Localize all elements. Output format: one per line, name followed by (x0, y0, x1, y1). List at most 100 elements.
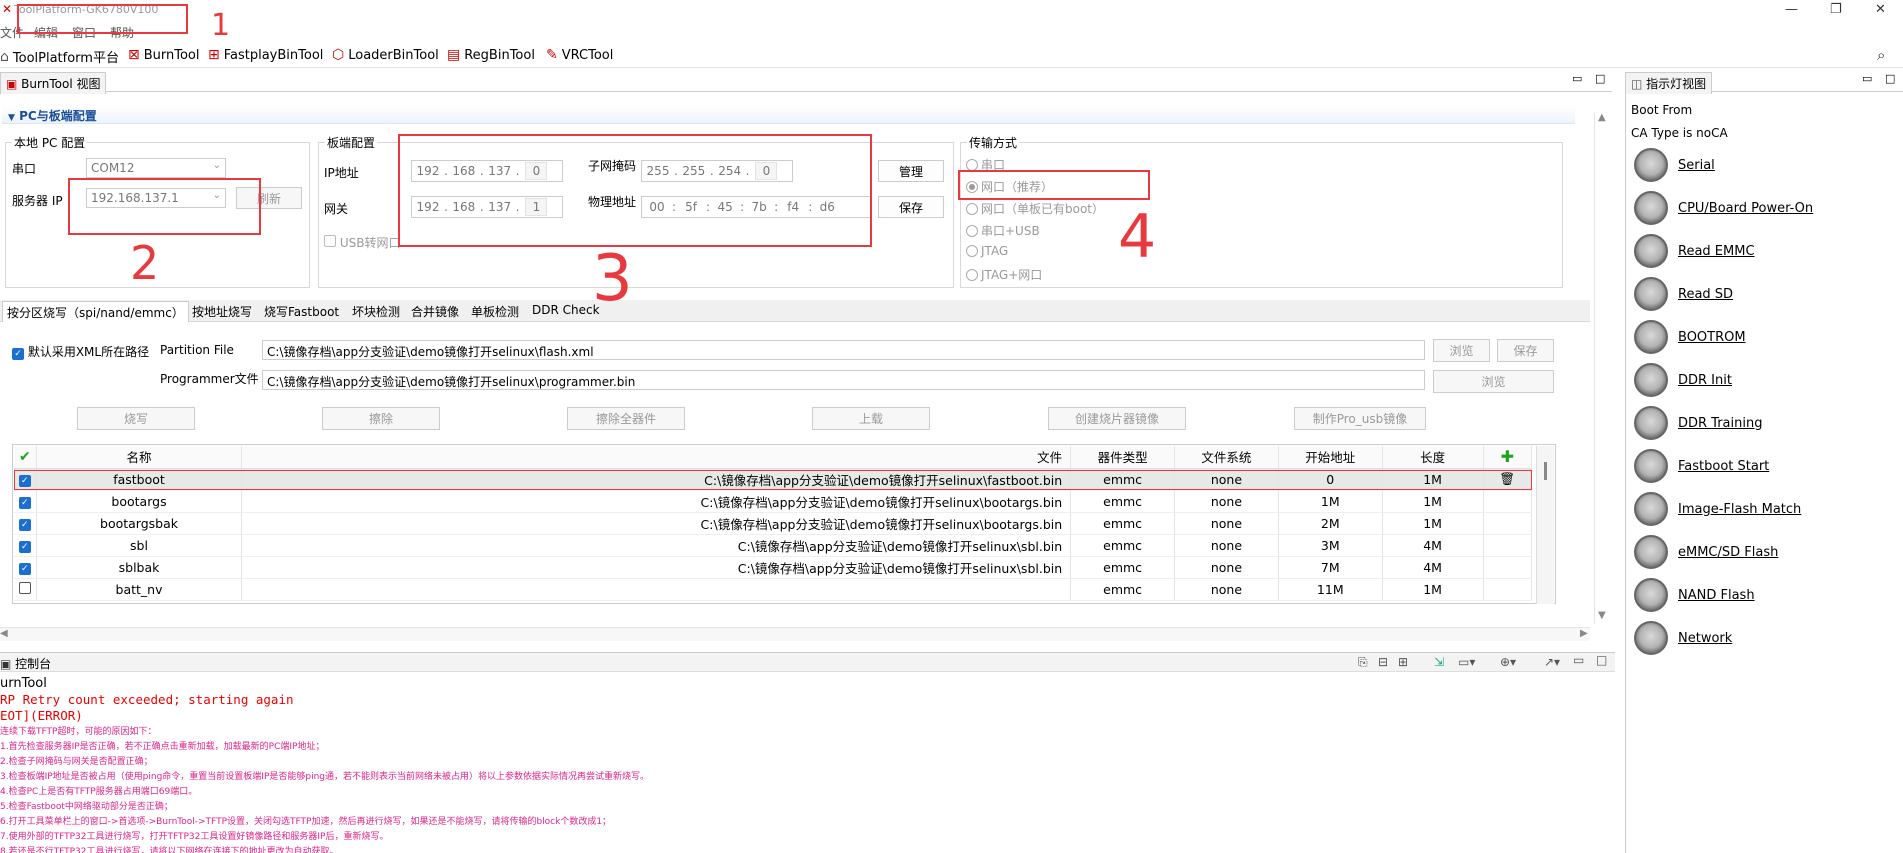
tab-badblock[interactable]: 坏块检测 (352, 303, 400, 320)
tab-fastboot[interactable]: 烧写Fastboot (264, 303, 339, 320)
console-maximize-icon[interactable]: □ (1596, 653, 1607, 667)
open-console-icon[interactable]: ⊕▾ (1500, 655, 1516, 669)
table-row[interactable]: ✓ sblbak C:\镜像存档\app分支验证\demo镜像打开selinux\s… (14, 556, 1533, 579)
display-console-icon[interactable]: ▭▾ (1458, 655, 1475, 669)
scroll-right-icon[interactable]: ▶ (1580, 628, 1588, 639)
console-output[interactable]: RP Retry count exceeded; starting again E… (0, 692, 1615, 853)
led-minimize-icon[interactable]: ▭ (1862, 72, 1872, 85)
scroll-lock-icon[interactable]: ⊟ (1378, 655, 1388, 669)
radio-serial-usb[interactable]: 串口+USB (966, 222, 1040, 239)
check-all-icon[interactable]: ✔ (14, 446, 37, 469)
row-checkbox[interactable] (18, 581, 31, 594)
led-maximize-icon[interactable]: □ (1885, 72, 1895, 85)
burntool-view-tab[interactable]: ▣ BurnTool 视图 (0, 72, 107, 94)
led-label[interactable]: Fastboot Start (1678, 459, 1769, 474)
led-label[interactable]: Network (1678, 631, 1732, 646)
tab-address[interactable]: 按地址烧写 (192, 303, 252, 320)
row-checkbox[interactable]: ✓ (18, 541, 31, 553)
restore-button[interactable]: ❐ (1830, 2, 1842, 17)
led-label[interactable]: CPU/Board Power-On (1678, 201, 1813, 216)
led-indicator: Image-Flash Match (1634, 492, 1801, 526)
partition-file-input[interactable]: C:\镜像存档\app分支验证\demo镜像打开selinux\flash.xm… (262, 340, 1425, 360)
word-wrap-icon[interactable]: ⊞ (1398, 655, 1408, 669)
toolbar-loaderbintool[interactable]: ⬡ LoaderBinTool (332, 47, 439, 63)
close-button[interactable]: ✕ (1875, 2, 1886, 17)
led-label[interactable]: DDR Init (1678, 373, 1732, 388)
row-checkbox[interactable]: ✓ (18, 497, 31, 509)
toolbar-toolplatform[interactable]: ⌂ ToolPlatform平台 (0, 47, 119, 67)
table-row[interactable]: ✓ bootargs C:\镜像存档\app分支验证\demo镜像打开selinux… (14, 490, 1533, 513)
led-light-icon (1634, 191, 1668, 225)
create-programmer-image-button[interactable]: 创建烧片器镜像 (1048, 407, 1186, 430)
erase-all-button[interactable]: 擦除全器件 (567, 407, 685, 430)
save-board-button[interactable]: 保存 (878, 196, 944, 218)
group-title: 传输方式 (967, 134, 1020, 151)
radio-network-boot[interactable]: 网口（单板已有boot） (966, 200, 1104, 217)
burn-button[interactable]: 烧写 (77, 407, 195, 430)
led-label[interactable]: NAND Flash (1678, 588, 1755, 603)
led-indicator: eMMC/SD Flash (1634, 535, 1778, 569)
horizontal-scrollbar[interactable]: ◀ ▶ (0, 627, 1590, 641)
browse-partition-button[interactable]: 浏览 (1433, 339, 1490, 362)
new-console-icon[interactable]: ↗▾ (1544, 655, 1560, 669)
led-label[interactable]: Image-Flash Match (1678, 502, 1801, 517)
add-row-icon[interactable]: ✚ (1483, 446, 1533, 469)
toolbar-regbintool[interactable]: ▤ RegBinTool (447, 47, 535, 63)
make-pro-usb-button[interactable]: 制作Pro_usb镜像 (1294, 407, 1426, 430)
radio-jtag[interactable]: JTAG (966, 244, 1008, 258)
led-light-icon (1634, 578, 1668, 612)
view-maximize-icon[interactable]: □ (1595, 72, 1605, 85)
toolbar-fastplaybintool[interactable]: ⊞ FastplayBinTool (208, 47, 323, 63)
scroll-left-icon[interactable]: ◀ (0, 628, 8, 639)
toolbar-vrctool[interactable]: ✎ VRCTool (546, 47, 613, 63)
scroll-up-icon[interactable]: ▲ (1598, 112, 1606, 123)
led-label[interactable]: DDR Training (1678, 416, 1762, 431)
console-minimize-icon[interactable]: ▭ (1573, 653, 1584, 667)
usb-network-checkbox[interactable]: USB转网口 (324, 234, 400, 251)
led-indicator: DDR Training (1634, 406, 1762, 440)
cell-file: C:\镜像存档\app分支验证\demo镜像打开selinux\bootargs… (241, 512, 1072, 535)
programmer-file-input[interactable]: C:\镜像存档\app分支验证\demo镜像打开selinux\programm… (262, 370, 1425, 390)
tab-ddr-check[interactable]: DDR Check (532, 303, 600, 317)
led-label[interactable]: eMMC/SD Flash (1678, 545, 1778, 560)
erase-button[interactable]: 擦除 (322, 407, 440, 430)
row-checkbox[interactable]: ✓ (18, 519, 31, 531)
vertical-scrollbar[interactable]: ▲ ▼ (1594, 112, 1610, 624)
led-view-tab[interactable]: ◫ 指示灯视图 (1625, 72, 1713, 94)
minimize-button[interactable]: — (1785, 2, 1798, 17)
view-minimize-icon[interactable]: ▭ (1572, 72, 1582, 85)
led-panel-header: ◫ 指示灯视图 ▭ □ (1625, 72, 1903, 94)
console-line: 连续下载TFTP超时，可能的原因如下： (0, 727, 157, 737)
search-icon[interactable]: ⌕ (1877, 46, 1885, 64)
led-label[interactable]: Read EMMC (1678, 244, 1755, 259)
pin-console-icon[interactable]: ⇲ (1434, 655, 1444, 669)
toolbar-burntool[interactable]: ⊠ BurnTool (128, 47, 200, 63)
console-line: 7.使用外部的TFTP32工具进行烧写，打开TFTP32工具设置好镜像路径和服务… (0, 832, 389, 842)
led-label[interactable]: Read SD (1678, 287, 1733, 302)
tab-merge[interactable]: 合并镜像 (411, 303, 459, 320)
table-row[interactable]: batt_nv emmc none 11M 1M (14, 578, 1533, 601)
table-scrollbar[interactable] (1536, 446, 1554, 604)
table-row[interactable]: ✓ sbl C:\镜像存档\app分支验证\demo镜像打开selinux\sbl.… (14, 534, 1533, 557)
table-row[interactable]: ✓ bootargsbak C:\镜像存档\app分支验证\demo镜像打开seli… (14, 512, 1533, 535)
default-xml-checkbox[interactable]: ✓ 默认采用XML所在路径 (12, 343, 149, 360)
tab-partition[interactable]: 按分区烧写（spi/nand/emmc） (2, 301, 189, 322)
scroll-thumb[interactable] (1544, 462, 1547, 480)
upload-button[interactable]: 上载 (812, 407, 930, 430)
tab-board-check[interactable]: 单板检测 (471, 303, 519, 320)
browse-programmer-button[interactable]: 浏览 (1433, 370, 1554, 393)
row-checkbox[interactable]: ✓ (18, 563, 31, 575)
default-xml-label: 默认采用XML所在路径 (27, 345, 150, 359)
clear-console-icon[interactable]: ⎘ (1358, 655, 1368, 670)
section-header[interactable]: ▼ PC与板端配置 (2, 106, 1575, 124)
scroll-down-icon[interactable]: ▼ (1598, 610, 1606, 621)
manage-button[interactable]: 管理 (878, 160, 944, 182)
serial-combo[interactable]: COM12 ⌄ (86, 158, 226, 178)
save-partition-button[interactable]: 保存 (1497, 339, 1554, 362)
led-label[interactable]: BOOTROM (1678, 330, 1746, 345)
console-line: 2.检查子网掩码与网关是否配置正确； (0, 757, 153, 767)
annotation-number-3: 3 (592, 242, 633, 316)
console-title[interactable]: ▣ 控制台 (0, 655, 51, 672)
radio-jtag-network[interactable]: JTAG+网口 (966, 266, 1042, 283)
led-label[interactable]: Serial (1678, 158, 1715, 173)
